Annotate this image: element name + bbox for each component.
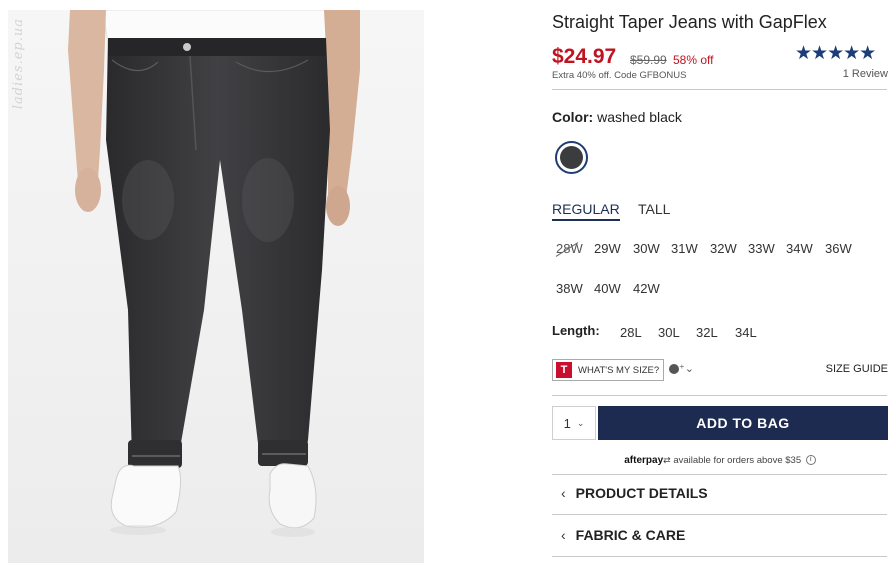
info-icon[interactable]: i — [805, 455, 816, 466]
length-label: Length: — [552, 323, 600, 338]
promo-text: Extra 40% off. Code GFBONUS — [552, 70, 687, 81]
color-value: washed black — [597, 109, 682, 125]
size-option-28w[interactable]: 28W — [556, 241, 583, 256]
user-icon — [669, 364, 679, 375]
whats-my-size-button[interactable]: T WHAT'S MY SIZE? — [552, 359, 664, 381]
reviews-link[interactable]: 1 Review — [843, 68, 888, 80]
sale-price: $24.97 — [552, 45, 617, 68]
size-option-32w[interactable]: 32W — [710, 241, 737, 256]
divider — [552, 514, 887, 515]
color-label-row: Color: washed black — [552, 109, 682, 125]
chevron-down-icon: ⌄ — [576, 417, 585, 428]
jeans-illustration — [8, 10, 424, 563]
original-price: $59.99 — [630, 53, 667, 67]
afterpay-arrows-icon: ⇄ — [663, 455, 671, 465]
size-option-38w[interactable]: 38W — [556, 281, 583, 296]
add-to-bag-button[interactable]: ADD TO BAG — [598, 406, 888, 440]
rating-stars-icon[interactable]: ★★★★★ — [795, 42, 876, 65]
profile-dropdown[interactable]: ⁺⌄ — [669, 362, 694, 375]
accordion-label: PRODUCT DETAILS — [575, 485, 708, 501]
size-option-42w[interactable]: 42W — [633, 281, 660, 296]
product-title: Straight Taper Jeans with GapFlex — [552, 12, 827, 32]
size-guide-link[interactable]: SIZE GUIDE — [826, 363, 888, 375]
size-option-30w[interactable]: 30W — [633, 241, 660, 256]
color-swatch-washed-black[interactable] — [555, 141, 588, 174]
length-option-34l[interactable]: 34L — [735, 325, 757, 340]
swatch-fill — [560, 146, 583, 169]
chevron-left-icon: ‹ — [561, 485, 566, 501]
afterpay-notice: afterpay⇄ available for orders above $35… — [552, 455, 888, 466]
watermark-text: ladies.ep.ua — [11, 18, 26, 110]
product-image[interactable]: ladies.ep.ua — [8, 10, 424, 563]
length-option-28l[interactable]: 28L — [620, 325, 642, 340]
discount-percent: 58% off — [673, 53, 714, 67]
accordion-product-details[interactable]: ‹ PRODUCT DETAILS — [552, 474, 887, 512]
whats-my-size-label: WHAT'S MY SIZE? — [578, 364, 660, 376]
size-option-29w[interactable]: 29W — [594, 241, 621, 256]
divider — [552, 395, 887, 396]
quantity-value: 1 — [563, 415, 571, 431]
accordion-fabric-care[interactable]: ‹ FABRIC & CARE — [552, 516, 887, 554]
color-label: Color: — [552, 109, 594, 125]
accordion-label: FABRIC & CARE — [575, 527, 686, 543]
size-option-34w[interactable]: 34W — [786, 241, 813, 256]
length-option-32l[interactable]: 32L — [696, 325, 718, 340]
tab-regular[interactable]: REGULAR — [552, 201, 620, 221]
quantity-select[interactable]: 1 ⌄ — [552, 406, 596, 440]
profile-dropdown-chevron-icon: ⁺⌄ — [679, 363, 695, 375]
size-option-36w[interactable]: 36W — [825, 241, 852, 256]
afterpay-logo: afterpay — [624, 455, 664, 466]
size-option-40w[interactable]: 40W — [594, 281, 621, 296]
tab-tall[interactable]: TALL — [638, 201, 670, 217]
afterpay-text: available for orders above $35 — [673, 455, 802, 466]
divider — [552, 89, 887, 90]
chevron-left-icon: ‹ — [561, 527, 566, 543]
true-fit-logo-icon: T — [556, 362, 572, 378]
size-option-31w[interactable]: 31W — [671, 241, 698, 256]
divider — [552, 556, 887, 557]
size-option-33w[interactable]: 33W — [748, 241, 775, 256]
length-option-30l[interactable]: 30L — [658, 325, 680, 340]
